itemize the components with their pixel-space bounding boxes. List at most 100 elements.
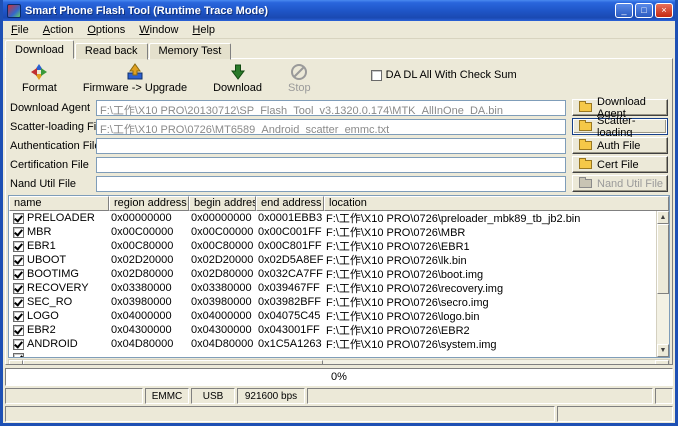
cell-end-address: 0x02D5A8EF [256, 254, 324, 266]
nand-util-file-input[interactable] [96, 176, 566, 192]
cell-name: EBR1 [25, 240, 109, 252]
scroll-left-icon[interactable]: ◄ [9, 360, 23, 365]
cell-region-address: 0x04300000 [109, 324, 189, 336]
cell-name: PRELOADER [25, 212, 109, 224]
cell-region-address: 0x04000000 [109, 310, 189, 322]
maximize-button[interactable]: □ [635, 3, 653, 18]
column-header-region-address[interactable]: region address [109, 196, 189, 211]
row-checkbox[interactable] [13, 213, 24, 224]
row-checkbox[interactable] [13, 269, 24, 280]
column-header-begin-address[interactable]: begin address [189, 196, 256, 211]
cert-file-button[interactable]: Cert File [572, 156, 668, 173]
cell-begin-address: 0x02D20000 [189, 254, 256, 266]
checksum-checkbox-row[interactable]: DA DL All With Check Sum [371, 69, 517, 81]
app-icon [7, 4, 21, 18]
stop-icon [290, 63, 308, 81]
cell-begin-address: 0x04000000 [189, 310, 256, 322]
column-header-end-address[interactable]: end address [256, 196, 324, 211]
row-checkbox[interactable] [13, 353, 24, 358]
cell-end-address: 0x00C801FF [256, 240, 324, 252]
row-checkbox[interactable] [13, 227, 24, 238]
column-header-location[interactable]: location [324, 196, 669, 211]
horizontal-scroll-thumb[interactable] [23, 360, 323, 365]
table-row[interactable]: ANDROID 0x04D80000 0x04D80000 0x1C5A1263… [9, 337, 669, 351]
table-row[interactable]: MBR 0x00C00000 0x00C00000 0x00C001FF F:\… [9, 225, 669, 239]
cell-name: MBR [25, 226, 109, 238]
format-button[interactable]: Format [22, 63, 57, 94]
auth-file-button[interactable]: Auth File [572, 137, 668, 154]
tab-download[interactable]: Download [5, 40, 74, 59]
scatter-loading-button-label: Scatter-loading [597, 115, 667, 139]
download-button[interactable]: Download [213, 63, 262, 94]
table-row[interactable]: EBR1 0x00C80000 0x00C80000 0x00C801FF F:… [9, 239, 669, 253]
download-agent-row: Download Agent F:\工作\X10 PRO\20130712\SP… [10, 99, 668, 116]
bottom-segment-empty [5, 406, 555, 422]
status-storage-type: EMMC [145, 388, 189, 404]
table-row[interactable]: BOOTIMG 0x02D80000 0x02D80000 0x032CA7FF… [9, 267, 669, 281]
nand-util-file-button-label: Nand Util File [597, 178, 663, 190]
scroll-right-icon[interactable]: ► [655, 360, 669, 365]
row-checkbox[interactable] [13, 339, 24, 350]
progress-bar: 0% [5, 368, 673, 386]
cell-region-address: 0x02D80000 [109, 268, 189, 280]
row-checkbox[interactable] [13, 283, 24, 294]
table-row[interactable]: LOGO 0x04000000 0x04000000 0x04075C45 F:… [9, 309, 669, 323]
bottom-segment-empty [557, 406, 673, 422]
minimize-button[interactable]: _ [615, 3, 633, 18]
vertical-scroll-thumb[interactable] [657, 224, 669, 294]
table-row[interactable]: SEC_RO 0x03980000 0x03980000 0x03982BFF … [9, 295, 669, 309]
horizontal-scrollbar[interactable]: ◄ ► [8, 359, 670, 365]
download-agent-label: Download Agent [10, 102, 96, 114]
status-segment-empty [655, 388, 673, 404]
tab-memory-test[interactable]: Memory Test [149, 43, 232, 60]
row-checkbox[interactable] [13, 311, 24, 322]
column-header-name[interactable]: name [9, 196, 109, 211]
checksum-checkbox[interactable] [371, 70, 382, 81]
title-bar[interactable]: Smart Phone Flash Tool (Runtime Trace Mo… [3, 0, 675, 21]
scatter-loading-input[interactable]: F:\工作\X10 PRO\0726\MT6589_Android_scatte… [96, 119, 566, 135]
menu-window[interactable]: Window [132, 22, 185, 38]
scatter-loading-file-button[interactable]: Scatter-loading [572, 118, 668, 135]
cert-file-button-label: Cert File [597, 159, 639, 171]
download-agent-input[interactable]: F:\工作\X10 PRO\20130712\SP_Flash_Tool_v3.… [96, 100, 566, 116]
table-row[interactable]: RECOVERY 0x03380000 0x03380000 0x039467F… [9, 281, 669, 295]
table-body: PRELOADER 0x00000000 0x00000000 0x0001EB… [9, 211, 669, 357]
certification-file-label: Certification File [10, 159, 96, 171]
firmware-upgrade-button[interactable]: Firmware -> Upgrade [83, 63, 187, 94]
cell-name: RECOVERY [25, 282, 109, 294]
status-connection-type: USB [191, 388, 235, 404]
tab-read-back[interactable]: Read back [75, 43, 148, 60]
cell-begin-address: 0x00000000 [189, 212, 256, 224]
format-label: Format [22, 82, 57, 94]
scroll-up-icon[interactable]: ▲ [657, 211, 669, 224]
row-checkbox[interactable] [13, 255, 24, 266]
vertical-scrollbar[interactable]: ▲ ▼ [656, 211, 669, 357]
table-row[interactable]: PRELOADER 0x00000000 0x00000000 0x0001EB… [9, 211, 669, 225]
certification-file-input[interactable] [96, 157, 566, 173]
table-row[interactable]: EBR2 0x04300000 0x04300000 0x043001FF F:… [9, 323, 669, 337]
cell-region-address: 0x00C80000 [109, 240, 189, 252]
cell-region-address: 0x03980000 [109, 296, 189, 308]
nand-util-file-row: Nand Util File Nand Util File [10, 175, 668, 192]
cell-begin-address: 0x03380000 [189, 282, 256, 294]
menu-action[interactable]: Action [36, 22, 81, 38]
menu-help[interactable]: Help [185, 22, 222, 38]
partition-table: name region address begin address end ad… [8, 195, 670, 358]
cell-region-address: 0x00000000 [109, 212, 189, 224]
file-form: Download Agent F:\工作\X10 PRO\20130712\SP… [8, 97, 670, 194]
cell-end-address: 0x04075C45 [256, 310, 324, 322]
folder-icon [579, 160, 592, 169]
close-button[interactable]: × [655, 3, 673, 18]
menu-file[interactable]: File [4, 22, 36, 38]
authentication-file-input[interactable] [96, 138, 566, 154]
row-checkbox[interactable] [13, 241, 24, 252]
authentication-file-row: Authentication File Auth File [10, 137, 668, 154]
table-row[interactable]: UBOOT 0x02D20000 0x02D20000 0x02D5A8EF F… [9, 253, 669, 267]
firmware-upgrade-label: Firmware -> Upgrade [83, 82, 187, 94]
progress-percent: 0% [331, 371, 347, 383]
scroll-down-icon[interactable]: ▼ [657, 344, 669, 357]
menu-options[interactable]: Options [80, 22, 132, 38]
download-agent-file-button[interactable]: Download Agent [572, 99, 668, 116]
row-checkbox[interactable] [13, 297, 24, 308]
row-checkbox[interactable] [13, 325, 24, 336]
